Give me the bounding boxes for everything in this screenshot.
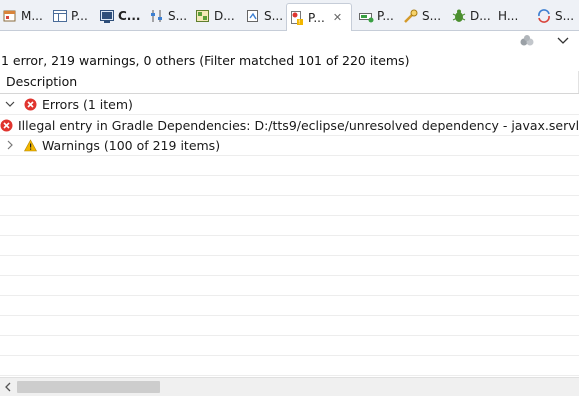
empty-row	[0, 295, 579, 316]
synchronize-icon	[536, 8, 552, 24]
empty-row	[0, 315, 579, 336]
horizontal-scrollbar[interactable]	[0, 377, 579, 396]
table-header: Description	[0, 71, 579, 94]
tab-markers[interactable]: M...	[2, 3, 43, 29]
tab-debug[interactable]: D...	[451, 3, 491, 29]
empty-row	[0, 335, 579, 356]
empty-row	[0, 355, 579, 376]
snippets-icon	[245, 8, 261, 24]
tab-problems[interactable]: ! P... ✕	[286, 3, 352, 31]
empty-row	[0, 235, 579, 256]
view-tab-strip: M... P... C... S... D... S... ! P... ✕ P…	[0, 0, 579, 31]
view-menu-chevron-down-icon[interactable]	[555, 33, 571, 49]
chevron-right-icon[interactable]	[5, 140, 15, 150]
column-header-description[interactable]: Description	[0, 71, 579, 93]
search-icon	[403, 8, 419, 24]
tab-console[interactable]: C...	[99, 3, 140, 29]
tab-history[interactable]: H...	[498, 3, 518, 29]
empty-row	[0, 175, 579, 196]
svg-text:!: !	[298, 19, 300, 26]
tree-row-warnings[interactable]: Warnings (100 of 219 items)	[0, 135, 579, 156]
problems-icon: !	[289, 10, 305, 26]
empty-row	[0, 275, 579, 296]
tab-synchronize[interactable]: S...	[536, 3, 574, 29]
progress-icon	[358, 8, 374, 24]
scrollbar-thumb[interactable]	[17, 381, 160, 393]
problems-table: Description Errors (1 item) Illegal entr…	[0, 71, 579, 377]
servers-icon	[149, 8, 165, 24]
tree-row-label: Errors (1 item)	[42, 96, 133, 112]
tab-data-source[interactable]: D...	[195, 3, 235, 29]
empty-row	[0, 215, 579, 236]
properties-icon	[52, 8, 68, 24]
tab-servers[interactable]: S...	[149, 3, 187, 29]
console-icon	[99, 8, 115, 24]
empty-row	[0, 255, 579, 276]
debug-icon	[451, 8, 467, 24]
error-icon	[0, 118, 13, 132]
warning-icon	[23, 138, 37, 152]
tab-snippets[interactable]: S...	[245, 3, 283, 29]
tree-row-error-item[interactable]: Illegal entry in Gradle Dependencies: D:…	[0, 115, 579, 136]
bottom-border	[0, 396, 579, 411]
chevron-down-icon[interactable]	[5, 99, 15, 109]
tab-properties[interactable]: P...	[52, 3, 88, 29]
tree-row-label: Warnings (100 of 219 items)	[42, 137, 221, 153]
data-source-icon	[195, 8, 211, 24]
view-filter-icon[interactable]	[519, 33, 535, 49]
problems-status-summary: 1 error, 219 warnings, 0 others (Filter …	[1, 53, 410, 68]
markers-icon	[2, 8, 18, 24]
scroll-left-arrow-icon[interactable]	[0, 378, 16, 396]
close-icon[interactable]: ✕	[333, 11, 342, 24]
view-toolbar	[519, 33, 579, 51]
tab-search[interactable]: S...	[403, 3, 441, 29]
error-icon	[23, 97, 37, 111]
tree-row-errors[interactable]: Errors (1 item)	[0, 94, 579, 115]
empty-row	[0, 195, 579, 216]
tree-row-label: Illegal entry in Gradle Dependencies: D:…	[18, 117, 579, 133]
empty-row	[0, 155, 579, 176]
tab-progress[interactable]: P...	[358, 3, 394, 29]
